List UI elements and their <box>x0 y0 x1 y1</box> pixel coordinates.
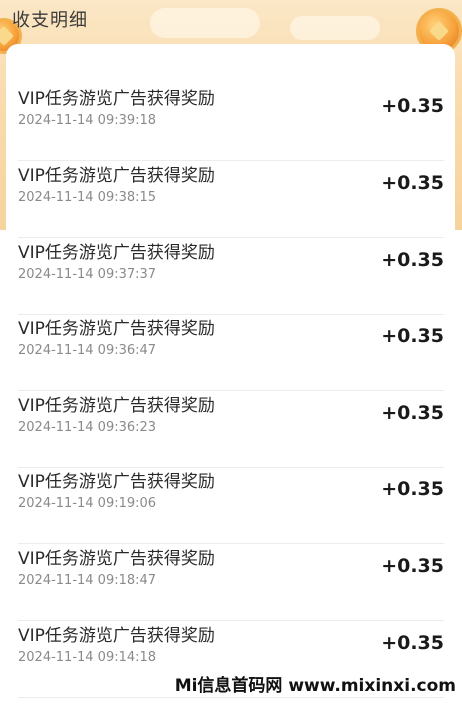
record-title: VIP任务游览广告获得奖励 <box>18 549 215 569</box>
record-amount: +0.35 <box>381 172 444 194</box>
record-time: 2024-11-14 09:37:37 <box>18 267 157 282</box>
record-time: 2024-11-14 09:39:18 <box>18 113 157 128</box>
list-item[interactable]: VIP任务游览广告获得奖励 2024-11-14 09:36:47 +0.35 <box>18 314 444 391</box>
record-title: VIP任务游览广告获得奖励 <box>18 166 215 186</box>
record-time: 2024-11-14 09:18:47 <box>18 573 157 588</box>
cloud-decoration <box>290 16 380 40</box>
record-title: VIP任务游览广告获得奖励 <box>18 319 215 339</box>
record-amount: +0.35 <box>381 555 444 577</box>
record-time: 2024-11-14 09:14:18 <box>18 650 157 665</box>
list-item[interactable]: VIP任务游览广告获得奖励 2024-11-14 09:36:23 +0.35 <box>18 391 444 468</box>
record-title: VIP任务游览广告获得奖励 <box>18 472 215 492</box>
record-time: 2024-11-14 09:19:06 <box>18 496 157 511</box>
record-title: VIP任务游览广告获得奖励 <box>18 243 215 263</box>
record-time: 2024-11-14 09:36:47 <box>18 343 157 358</box>
record-amount: +0.35 <box>381 249 444 271</box>
record-amount: +0.35 <box>381 632 444 654</box>
list-item[interactable]: VIP任务游览广告获得奖励 2024-11-14 09:19:06 +0.35 <box>18 467 444 544</box>
record-amount: +0.35 <box>381 95 444 117</box>
record-amount: +0.35 <box>381 478 444 500</box>
record-title: VIP任务游览广告获得奖励 <box>18 626 215 646</box>
record-title: VIP任务游览广告获得奖励 <box>18 396 215 416</box>
list-item[interactable]: VIP任务游览广告获得奖励 2024-11-14 09:39:18 +0.35 <box>18 84 444 161</box>
page-title: 收支明细 <box>12 10 88 31</box>
cloud-decoration <box>150 8 260 38</box>
records-card: VIP任务游览广告获得奖励 2024-11-14 09:39:18 +0.35 … <box>6 44 455 704</box>
record-time: 2024-11-14 09:36:23 <box>18 420 157 435</box>
watermark: Mi信息首码网 www.mixinxi.com <box>174 676 456 696</box>
record-amount: +0.35 <box>381 325 444 347</box>
record-time: 2024-11-14 09:38:15 <box>18 190 157 205</box>
list-item[interactable]: VIP任务游览广告获得奖励 2024-11-14 09:38:15 +0.35 <box>18 161 444 238</box>
list-item[interactable]: VIP任务游览广告获得奖励 2024-11-14 09:37:37 +0.35 <box>18 238 444 315</box>
record-amount: +0.35 <box>381 402 444 424</box>
record-title: VIP任务游览广告获得奖励 <box>18 89 215 109</box>
list-item[interactable]: VIP任务游览广告获得奖励 2024-11-14 09:18:47 +0.35 <box>18 544 444 621</box>
